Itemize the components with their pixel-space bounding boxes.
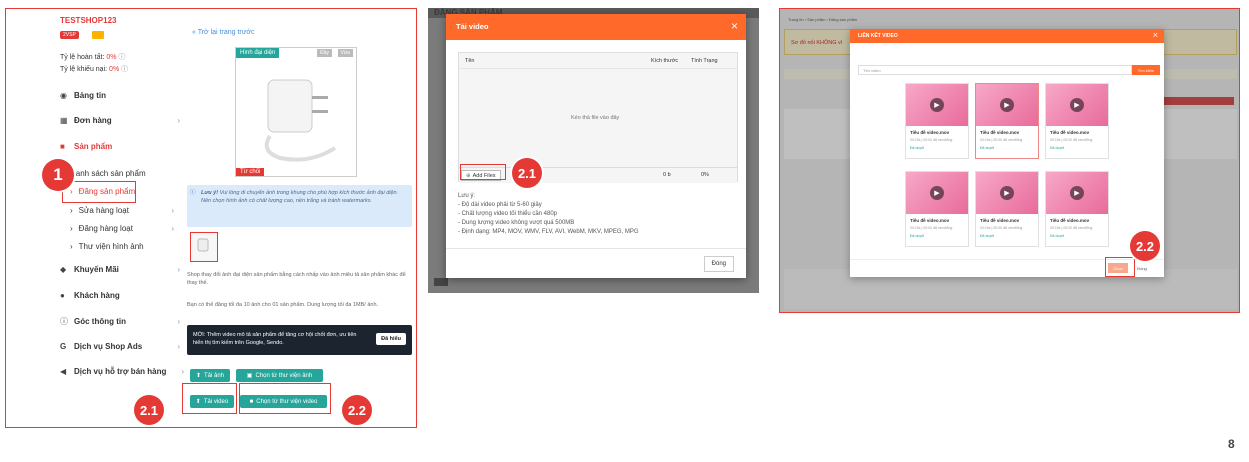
link-video-modal: LIÊN KẾT VIDEO × Tên video Tìm kiếm ▶ Tiê… <box>850 29 1164 277</box>
step-badge-2-2: 2.2 <box>1130 231 1160 261</box>
highlight-video-library <box>239 383 331 414</box>
note-box: ⓘ Lưu ý! Vui lòng di chuyển ảnh trong kh… <box>187 185 412 227</box>
upload-icon: ⬆ <box>195 373 201 379</box>
sidebar-item-info-corner[interactable]: ⓘ Góc thông tin › <box>60 317 184 326</box>
modal-divider <box>446 248 746 249</box>
sidebar-item-products[interactable]: ■ Sản phẩm <box>60 142 112 151</box>
sidebar-item-shop-ads[interactable]: G Dịch vụ Shop Ads › <box>60 342 184 351</box>
dashboard-icon: ◉ <box>60 90 67 100</box>
close-icon[interactable]: × <box>731 19 738 33</box>
shop-tier-pill: 2VSP <box>60 31 79 39</box>
sidebar-item-product-list[interactable]: Danh sách sản phẩm <box>70 169 146 178</box>
page-number: 8 <box>1228 437 1235 451</box>
video-card[interactable]: ▶ Tiêu đề video.mov 00:15s | 00:00 đã xem/… <box>905 83 969 159</box>
sidebar-item-dashboard[interactable]: ◉ Bảng tin <box>60 91 106 100</box>
panel-link-video-modal: Trang tin › Sản phẩm › Đăng sản phẩm Sơ … <box>779 8 1240 313</box>
image-icon: ▣ <box>246 373 253 379</box>
panel-upload-video-modal: ĐĂNG SẢN PHẨM Tải video × Tên Kích thước… <box>428 8 759 293</box>
description-1: Shop thay đổi ảnh đại diện sản phẩm bằng… <box>187 272 406 286</box>
modal-header: LIÊN KẾT VIDEO × <box>850 29 1164 43</box>
upload-video-modal: Tải video × Tên Kích thước Tình Trạng Ké… <box>446 14 746 278</box>
users-icon: ● <box>60 290 65 300</box>
description-2: Bạn có thể đăng tối đa 10 ảnh cho 01 sản… <box>187 302 379 308</box>
drop-hint: Kéo thả file vào đây <box>571 115 620 121</box>
upload-notes: Lưu ý: - Độ dài video phải từ 5-60 giây … <box>458 193 639 235</box>
col-status: Tình Trạng <box>691 58 718 64</box>
file-drop-area[interactable]: Tên Kích thước Tình Trạng Kéo thả file v… <box>458 52 738 183</box>
sidebar-item-sales-support[interactable]: ◀ Dịch vụ hỗ trợ bán hàng › <box>60 367 188 376</box>
thumbnail-image[interactable] <box>190 232 218 262</box>
play-icon: ▶ <box>930 98 944 112</box>
col-size: Kích thước <box>651 58 679 64</box>
got-it-button[interactable]: Đã hiểu <box>376 333 406 345</box>
total-size: 0 b <box>663 172 671 178</box>
sidebar-item-customers[interactable]: ● Khách hàng <box>60 291 120 300</box>
modal-header: Tải video × <box>446 14 746 40</box>
play-icon: ▶ <box>1070 186 1084 200</box>
shop-name: TESTSHOP123 <box>60 16 117 25</box>
step-badge-2-1: 2.1 <box>512 158 542 188</box>
video-search-input[interactable]: Tên video <box>858 65 1132 75</box>
sidebar-item-bulk-edit[interactable]: › Sửa hàng loạt › <box>70 206 178 215</box>
sidebar-item-promotions[interactable]: ◆ Khuyến Mãi › <box>60 265 184 274</box>
video-card[interactable]: ▶ Tiêu đề video.mov 00:15s | 00:00 đã xem/… <box>1045 83 1109 159</box>
video-card[interactable]: ▶ Tiêu đề video.mov 00:15s | 00:00 đã xem/… <box>905 171 969 247</box>
video-card[interactable]: ▶ Tiêu đề video.mov 00:15s | 00:00 đã xem/… <box>975 171 1039 247</box>
main-product-image[interactable]: Hình đại diện Đầy Vừa Từ chối <box>235 47 357 177</box>
step-badge-2-1: 2.1 <box>134 395 164 425</box>
back-link[interactable]: « Trở lại trang trước <box>192 29 255 36</box>
modal-title: Tải video <box>456 22 489 31</box>
video-promo-banner: MỚI: Thêm video mô tả sản phẩm để tăng c… <box>187 325 412 355</box>
chevron-right-icon: › <box>177 116 180 125</box>
video-card[interactable]: ▶ Tiêu đề video.mov 00:15s | 00:00 đã xem/… <box>975 83 1039 159</box>
highlight-upload-video <box>182 383 237 414</box>
orders-icon: ▦ <box>60 115 68 125</box>
complaint-rate: Tỷ lệ khiếu nại: 0% ⓘ <box>60 66 129 73</box>
reject-label: Từ chối <box>236 168 265 176</box>
play-icon: ▶ <box>930 186 944 200</box>
megaphone-icon: ◀ <box>60 366 67 376</box>
close-icon[interactable]: × <box>1153 30 1158 40</box>
highlight-add-files <box>460 164 506 180</box>
fit-button[interactable]: Vừa <box>337 49 353 57</box>
product-image-area: « Trở lại trang trước Hình đại diện Đầy … <box>182 9 416 408</box>
sidebar-item-orders[interactable]: ▦ Đơn hàng › <box>60 116 184 125</box>
product-icon: ■ <box>60 141 65 151</box>
highlight-add-product <box>62 181 136 203</box>
highlight-choose <box>1105 257 1135 277</box>
info-icon: ⓘ <box>190 190 196 196</box>
col-name: Tên <box>465 58 475 64</box>
search-button[interactable]: Tìm kiếm <box>1132 65 1160 75</box>
completion-rate: Tỷ lệ hoàn tất: 0% ⓘ <box>60 54 126 61</box>
close-button[interactable]: Đóng <box>703 256 734 272</box>
avatar-label: Hình đại diện <box>236 48 280 58</box>
google-icon: G <box>60 341 67 351</box>
close-button[interactable]: Đóng <box>1132 263 1152 273</box>
image-library-button[interactable]: ▣ Chọn từ thư viện ảnh <box>236 369 323 382</box>
video-card[interactable]: ▶ Tiêu đề video.mov 00:15s | 00:00 đã xem/… <box>1045 171 1109 247</box>
shop-badge-icon <box>92 31 104 39</box>
play-icon: ▶ <box>1000 98 1014 112</box>
panel-shop-admin: TESTSHOP123 2VSP Tỷ lệ hoàn tất: 0% ⓘ Tỷ… <box>5 8 417 428</box>
step-badge-1: 1 <box>42 159 74 191</box>
play-icon: ▶ <box>1000 186 1014 200</box>
banner-text: MỚI: Thêm video mô tả sản phẩm để tăng c… <box>193 332 357 346</box>
upload-image-button[interactable]: ⬆ Tải ảnh <box>190 369 230 382</box>
fill-button[interactable]: Đầy <box>317 49 332 57</box>
background-element <box>434 278 448 286</box>
step-badge-2-2: 2.2 <box>342 395 372 425</box>
tag-icon: ◆ <box>60 264 67 274</box>
modal-title: LIÊN KẾT VIDEO <box>858 33 898 39</box>
info-icon: ⓘ <box>60 316 68 326</box>
sidebar-item-image-library[interactable]: › Thư viện hình ảnh <box>70 242 144 251</box>
file-table-header: Tên Kích thước Tình Trạng <box>459 53 737 69</box>
charger-image <box>264 79 337 162</box>
play-icon: ▶ <box>1070 98 1084 112</box>
sidebar-item-bulk-upload[interactable]: › Đăng hàng loạt › <box>70 224 178 233</box>
total-progress: 0% <box>701 172 709 178</box>
